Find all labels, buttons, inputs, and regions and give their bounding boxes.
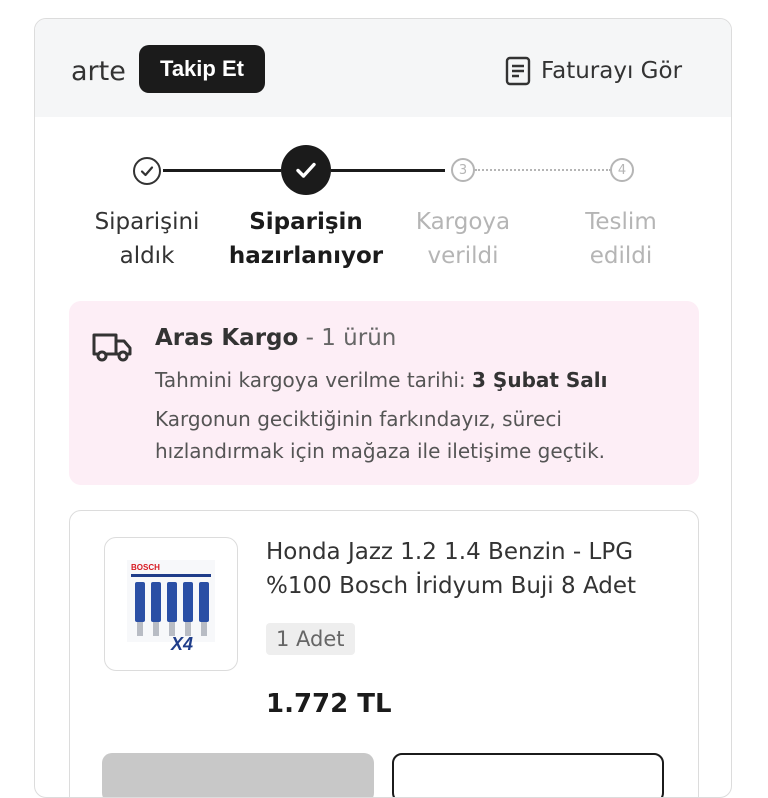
progress-line-1 bbox=[163, 169, 281, 172]
product-action-button-primary[interactable] bbox=[102, 753, 374, 797]
step-1-label-line2: aldık bbox=[119, 243, 175, 269]
step-3-label: Kargoya verildi bbox=[383, 205, 543, 273]
eta-label: Tahmini kargoya verilme tarihi: bbox=[155, 368, 466, 392]
brand-text: BOSCH bbox=[131, 563, 160, 572]
step-2-label-line1: Siparişin bbox=[249, 209, 363, 235]
seller-name[interactable]: arte bbox=[71, 57, 126, 87]
step-4-label-line2: edildi bbox=[589, 243, 653, 269]
step-3-number: 3 bbox=[458, 162, 468, 178]
product-card: BOSCH X4 Honda Jazz 1.2 1.4 Benzin - LPG… bbox=[69, 510, 699, 797]
order-card: arte Takip Et Faturayı Gör 3 4 Siparişin… bbox=[34, 18, 732, 798]
step-1-label: Siparişini aldık bbox=[67, 205, 227, 273]
delay-message: Kargonun geciktiğinin farkındayız, sürec… bbox=[155, 407, 606, 463]
step-4-label: Teslim edildi bbox=[541, 205, 701, 273]
invoice-label: Faturayı Gör bbox=[541, 58, 683, 84]
step-1-check-icon bbox=[133, 157, 161, 185]
carrier-line: Aras Kargo - 1 ürün bbox=[155, 321, 396, 355]
carrier-name: Aras Kargo bbox=[155, 325, 299, 351]
shipment-info-box: Aras Kargo - 1 ürün Tahmini kargoya veri… bbox=[69, 301, 699, 485]
step-4-number-icon: 4 bbox=[610, 158, 634, 182]
step-2-label-line2: hazırlanıyor bbox=[228, 243, 384, 269]
product-price: 1.772 TL bbox=[266, 689, 392, 719]
order-header: arte Takip Et Faturayı Gör bbox=[35, 19, 731, 117]
product-action-button-secondary[interactable] bbox=[392, 753, 664, 797]
step-4-label-line1: Teslim bbox=[585, 209, 657, 235]
eta-value: 3 Şubat Salı bbox=[472, 368, 608, 392]
step-3-label-line2: verildi bbox=[427, 243, 499, 269]
product-image[interactable]: BOSCH X4 bbox=[104, 537, 238, 671]
view-invoice-link[interactable]: Faturayı Gör bbox=[505, 55, 682, 87]
step-2-label: Siparişin hazırlanıyor bbox=[226, 205, 386, 273]
x4-badge-text: X4 bbox=[170, 634, 193, 654]
step-1-label-line1: Siparişini bbox=[94, 209, 200, 235]
progress-line-2 bbox=[331, 169, 445, 172]
step-4-number: 4 bbox=[617, 162, 627, 178]
step-3-number-icon: 3 bbox=[451, 158, 475, 182]
follow-button[interactable]: Takip Et bbox=[139, 45, 265, 93]
step-3-label-line1: Kargoya bbox=[415, 209, 511, 235]
truck-icon bbox=[91, 329, 133, 367]
item-count: - 1 ürün bbox=[305, 325, 397, 351]
order-progress-tracker: 3 4 Siparişini aldık Siparişin hazırlanı… bbox=[35, 145, 731, 289]
estimated-ship-date: Tahmini kargoya verilme tarihi: 3 Şubat … bbox=[155, 365, 608, 395]
step-2-check-icon bbox=[281, 145, 331, 195]
product-title[interactable]: Honda Jazz 1.2 1.4 Benzin - LPG %100 Bos… bbox=[266, 535, 686, 603]
invoice-document-icon bbox=[505, 56, 531, 86]
quantity-badge: 1 Adet bbox=[266, 623, 355, 655]
progress-line-3 bbox=[475, 169, 611, 171]
